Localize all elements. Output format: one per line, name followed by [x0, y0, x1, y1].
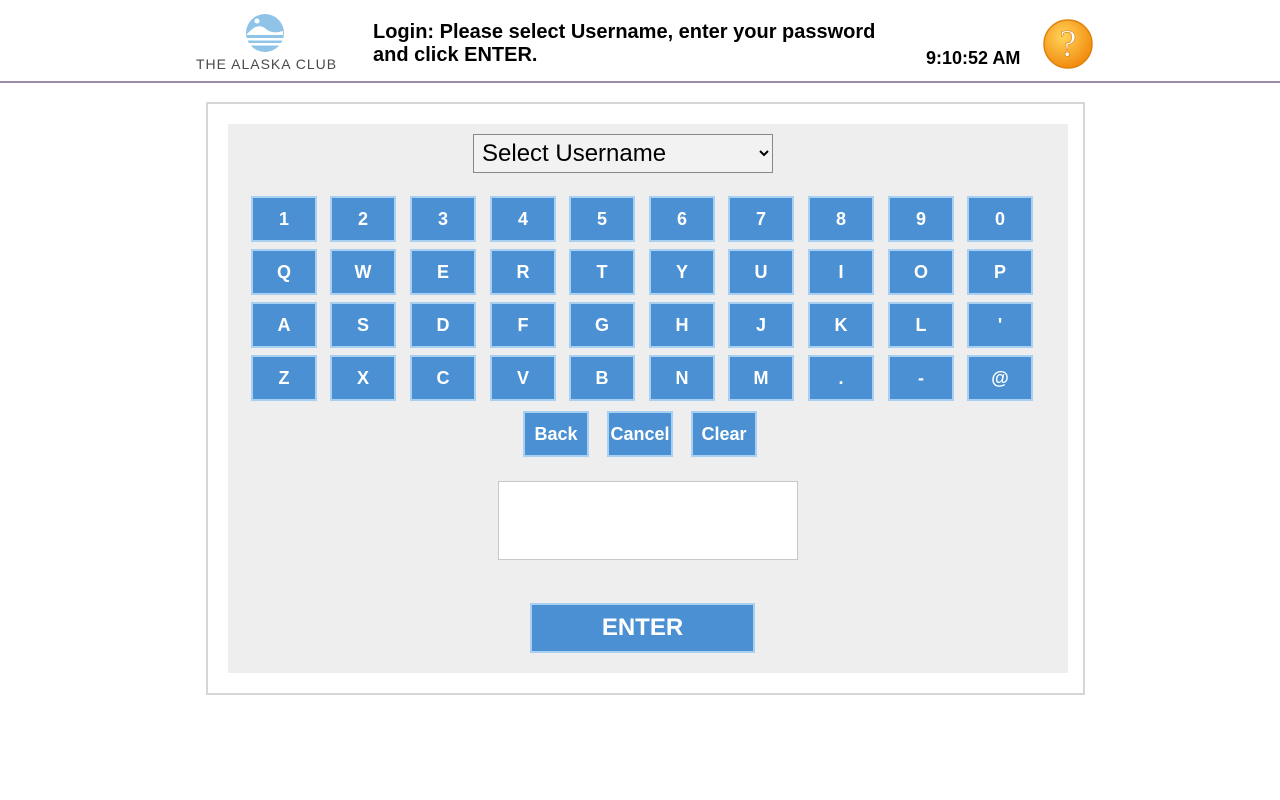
key-button[interactable]: D [410, 302, 476, 348]
alaska-club-logo: THE ALASKA CLUB [196, 12, 336, 74]
login-instruction: Login: Please select Username, enter you… [373, 21, 876, 66]
key-button[interactable]: 6 [649, 196, 715, 242]
key-button[interactable]: Z [251, 355, 317, 401]
key-button[interactable]: M [728, 355, 794, 401]
logo-text: THE ALASKA CLUB [196, 56, 338, 72]
header: THE ALASKA CLUB Login: Please select Use… [0, 0, 1280, 83]
question-mark-icon: ? [1043, 19, 1093, 69]
password-field[interactable] [498, 481, 798, 560]
key-button[interactable]: 3 [410, 196, 476, 242]
key-button[interactable]: T [569, 249, 635, 295]
key-button[interactable]: 1 [251, 196, 317, 242]
key-button[interactable]: B [569, 355, 635, 401]
key-button[interactable]: X [330, 355, 396, 401]
key-button[interactable]: 7 [728, 196, 794, 242]
key-button[interactable]: O [888, 249, 954, 295]
key-button[interactable]: K [808, 302, 874, 348]
username-select[interactable]: Select Username [473, 134, 773, 173]
back-button[interactable]: Back [523, 411, 589, 457]
key-button[interactable]: - [888, 355, 954, 401]
key-button[interactable]: L [888, 302, 954, 348]
key-button[interactable]: U [728, 249, 794, 295]
key-button[interactable]: ' [967, 302, 1033, 348]
key-button[interactable]: C [410, 355, 476, 401]
key-button[interactable]: N [649, 355, 715, 401]
key-button[interactable]: S [330, 302, 396, 348]
key-button[interactable]: 2 [330, 196, 396, 242]
clock: 9:10:52 AM [926, 48, 1021, 68]
key-button[interactable]: V [490, 355, 556, 401]
key-button[interactable]: P [967, 249, 1033, 295]
key-button[interactable]: 0 [967, 196, 1033, 242]
key-button[interactable]: 5 [569, 196, 635, 242]
key-button[interactable]: J [728, 302, 794, 348]
enter-button[interactable]: ENTER [530, 603, 755, 653]
key-button[interactable]: W [330, 249, 396, 295]
login-frame: Select Username ENTER 1234567890 QWERTYUI… [206, 102, 1085, 695]
cancel-button[interactable]: Cancel [607, 411, 673, 457]
help-button[interactable]: ? [1042, 18, 1094, 70]
logo-mark-icon [246, 14, 284, 52]
key-button[interactable]: R [490, 249, 556, 295]
key-button[interactable]: A [251, 302, 317, 348]
key-button[interactable]: 9 [888, 196, 954, 242]
key-button[interactable]: G [569, 302, 635, 348]
svg-text:?: ? [1060, 23, 1077, 65]
clear-button[interactable]: Clear [691, 411, 757, 457]
key-button[interactable]: I [808, 249, 874, 295]
key-button[interactable]: Q [251, 249, 317, 295]
key-button[interactable]: E [410, 249, 476, 295]
key-button[interactable]: Y [649, 249, 715, 295]
key-button[interactable]: . [808, 355, 874, 401]
key-button[interactable]: 8 [808, 196, 874, 242]
key-button[interactable]: 4 [490, 196, 556, 242]
key-button[interactable]: H [649, 302, 715, 348]
keyboard-panel: Select Username ENTER 1234567890 QWERTYUI… [228, 124, 1068, 673]
key-button[interactable]: @ [967, 355, 1033, 401]
key-button[interactable]: F [490, 302, 556, 348]
